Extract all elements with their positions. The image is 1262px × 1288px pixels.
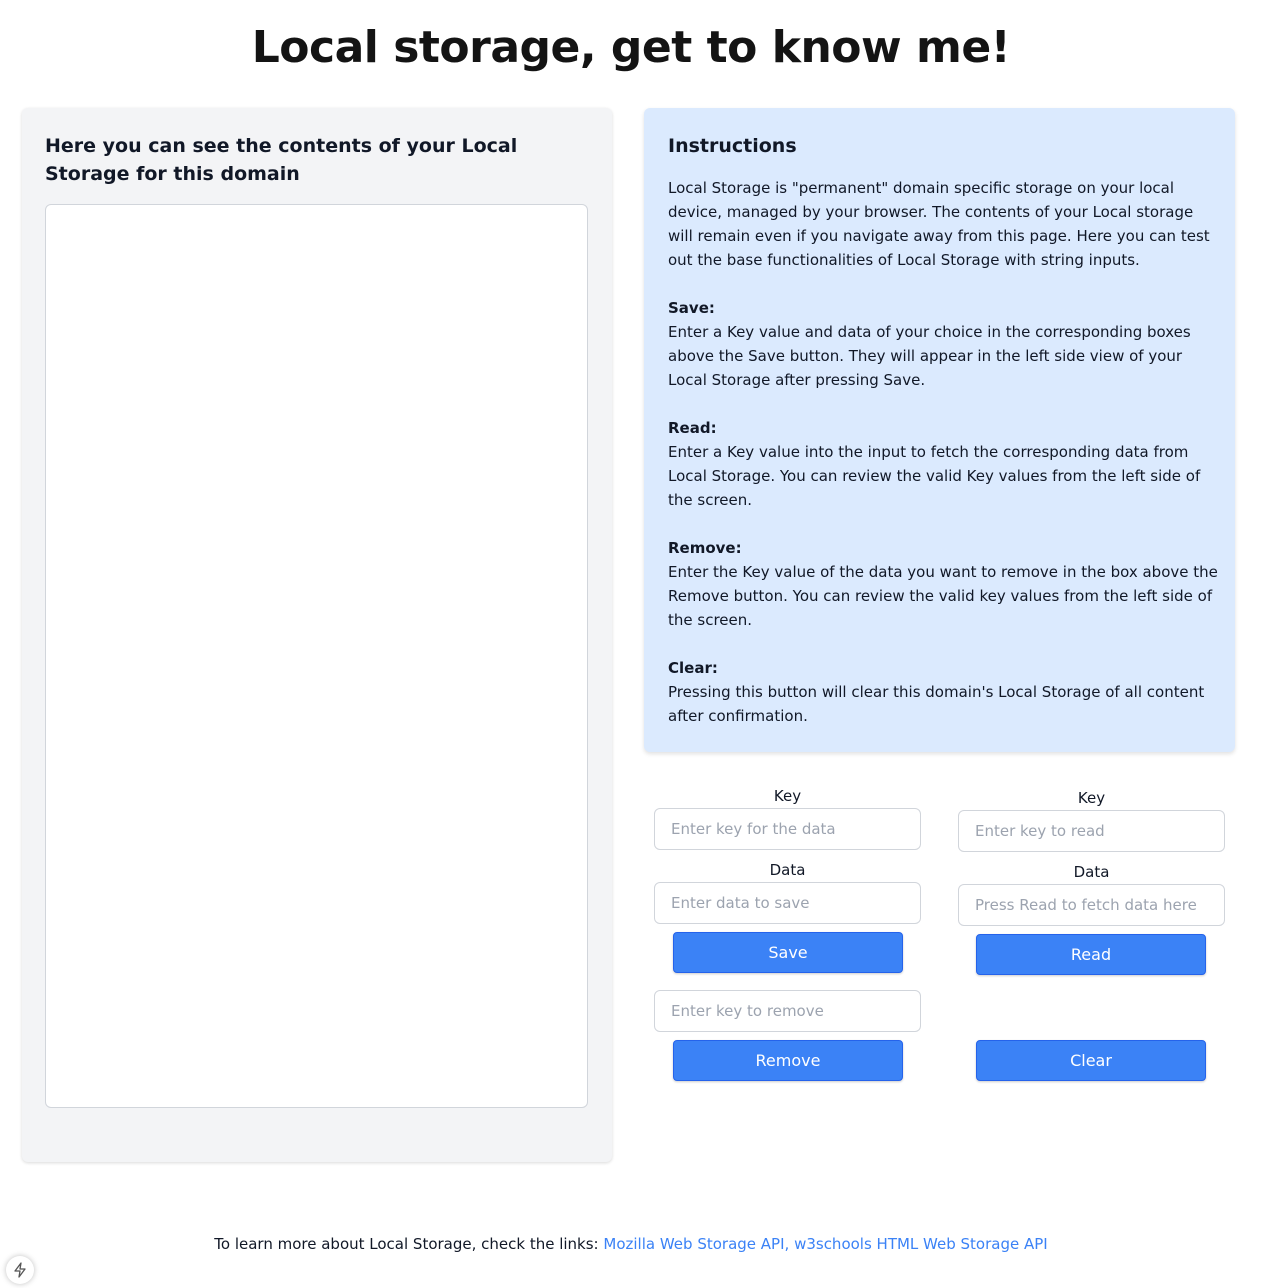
page: Local storage, get to know me! Here you … (0, 0, 1262, 1288)
instructions-section-remove: Remove: Enter the Key value of the data … (668, 536, 1220, 632)
remove-key-input[interactable] (654, 990, 921, 1032)
clear-button[interactable]: Clear (976, 1040, 1206, 1081)
storage-view-panel: Here you can see the contents of your Lo… (22, 108, 612, 1162)
mozilla-web-storage-link[interactable]: Mozilla Web Storage API, (603, 1235, 789, 1253)
lightning-bolt-icon[interactable] (6, 1256, 34, 1284)
read-data-output[interactable] (958, 884, 1225, 926)
instructions-section-text: Enter a Key value and data of your choic… (668, 323, 1191, 389)
read-key-label: Key (1077, 789, 1106, 807)
footer: To learn more about Local Storage, check… (0, 1234, 1262, 1254)
instructions-intro: Local Storage is "permanent" domain spec… (668, 179, 1210, 269)
storage-view-heading: Here you can see the contents of your Lo… (45, 135, 518, 185)
save-data-label: Data (769, 861, 806, 879)
instructions-section-text: Enter a Key value into the input to fetc… (668, 443, 1201, 509)
save-key-input[interactable] (654, 808, 921, 850)
instructions-section-text: Pressing this button will clear this dom… (668, 683, 1205, 725)
instructions-section-title: Remove: (668, 539, 742, 557)
read-key-input[interactable] (958, 810, 1225, 852)
instructions-section-read: Read: Enter a Key value into the input t… (668, 416, 1220, 512)
instructions-section-text: Enter the Key value of the data you want… (668, 563, 1218, 629)
save-key-label: Key (773, 787, 802, 805)
page-title: Local storage, get to know me! (251, 22, 1011, 73)
instructions-section-save: Save: Enter a Key value and data of your… (668, 296, 1220, 392)
instructions-title: Instructions (668, 135, 797, 157)
instructions-panel: Instructions Local Storage is "permanent… (644, 108, 1235, 752)
save-button[interactable]: Save (673, 932, 903, 973)
lightning-bolt-icon-glyph (14, 1262, 26, 1278)
instructions-section-clear: Clear: Pressing this button will clear t… (668, 656, 1220, 728)
w3schools-web-storage-link[interactable]: w3schools HTML Web Storage API (794, 1235, 1048, 1253)
instructions-body: Local Storage is "permanent" domain spec… (668, 176, 1220, 752)
read-button[interactable]: Read (976, 934, 1206, 975)
instructions-section-title: Save: (668, 299, 715, 317)
instructions-section-title: Clear: (668, 659, 718, 677)
instructions-section-title: Read: (668, 419, 717, 437)
storage-contents-box[interactable] (45, 204, 588, 1108)
save-data-input[interactable] (654, 882, 921, 924)
read-data-label: Data (1073, 863, 1110, 881)
remove-button[interactable]: Remove (673, 1040, 903, 1081)
footer-text: To learn more about Local Storage, check… (214, 1235, 604, 1253)
